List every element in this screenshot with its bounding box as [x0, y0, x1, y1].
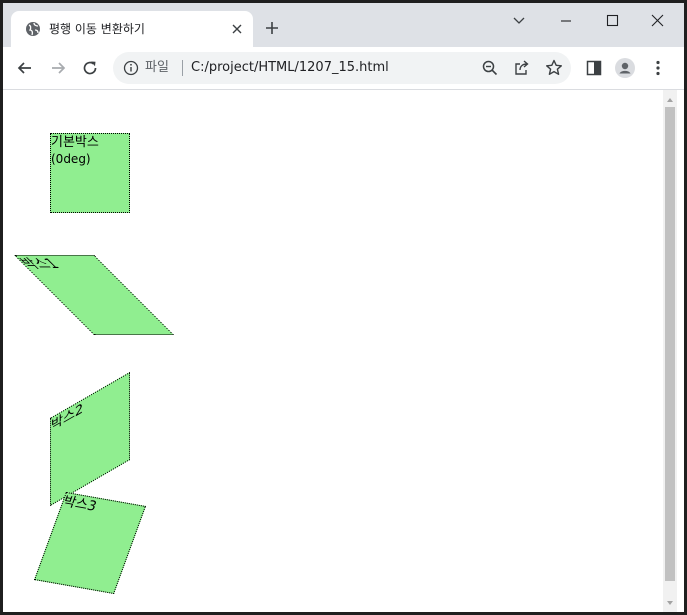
kebab-menu-icon[interactable]: [648, 58, 668, 78]
new-tab-plus-icon[interactable]: [264, 20, 280, 36]
window-close-icon[interactable]: [642, 9, 672, 33]
scheme-label: 파일: [145, 60, 169, 75]
tab-active[interactable]: 평행 이동 변환하기: [11, 11, 253, 47]
tab-close-icon[interactable]: [229, 21, 245, 37]
scroll-up-arrow-icon[interactable]: [666, 96, 674, 104]
side-panel-icon[interactable]: [584, 58, 604, 78]
scrollbar-thumb[interactable]: [665, 107, 675, 581]
box-1-label: 박스1: [17, 257, 65, 272]
tab-strip: 평행 이동 변환하기: [3, 3, 684, 47]
address-bar[interactable]: 파일 C:/project/HTML/1207_15.html: [113, 52, 571, 84]
box-3: 박스3: [33, 491, 147, 595]
box-1: 박스1: [14, 255, 174, 335]
avatar-icon[interactable]: [615, 58, 635, 78]
star-icon[interactable]: [544, 58, 564, 78]
minimize-icon[interactable]: [551, 9, 581, 33]
box-2-label: 박스2: [51, 400, 84, 435]
arrow-left-icon[interactable]: [15, 58, 35, 78]
base-box-angle: (0deg): [51, 152, 91, 166]
vertical-scrollbar[interactable]: [663, 90, 677, 612]
share-icon[interactable]: [512, 58, 532, 78]
omnibox-divider: [182, 60, 183, 76]
box-3-label: 박스3: [60, 494, 99, 515]
zoom-out-icon[interactable]: [480, 58, 500, 78]
reload-icon[interactable]: [80, 58, 100, 78]
tab-title: 평행 이동 변환하기: [49, 22, 145, 36]
base-box: 기본박스 (0deg): [50, 133, 130, 213]
url-text[interactable]: C:/project/HTML/1207_15.html: [191, 60, 389, 76]
scroll-down-arrow-icon[interactable]: [666, 599, 674, 607]
box-2: 박스2: [50, 371, 130, 507]
globe-icon: [26, 22, 40, 36]
toolbar: 파일 C:/project/HTML/1207_15.html: [3, 47, 684, 90]
browser-window: 평행 이동 변환하기 파일 C:/project/HTML/1207_15.ht…: [3, 3, 684, 612]
page-viewport: 기본박스 (0deg) 박스1 박스2 박스3: [3, 90, 684, 612]
base-box-label: 기본박스: [51, 135, 99, 150]
arrow-right-icon[interactable]: [48, 58, 68, 78]
maximize-icon[interactable]: [597, 9, 627, 33]
chevron-down-icon[interactable]: [504, 9, 534, 33]
info-icon[interactable]: [123, 60, 139, 76]
